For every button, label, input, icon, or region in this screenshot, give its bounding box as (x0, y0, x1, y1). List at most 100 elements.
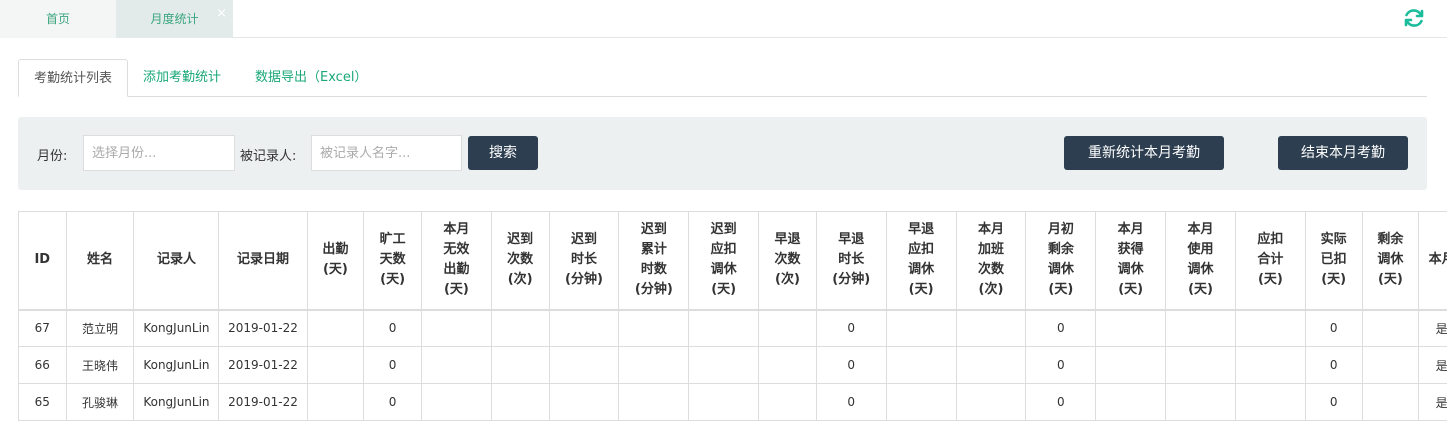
table-cell (420, 383, 492, 421)
table-cell (1361, 309, 1420, 347)
column-header-line: 月初 (1047, 222, 1074, 238)
table-row[interactable]: 66 王晓伟 KongJunLin 2019-01-22 0 0 0 0 是 (18, 346, 1447, 384)
table-cell (1095, 346, 1167, 384)
attendance-table-wrapper: ID 姓名 记录人 记录日期 出勤 (天) 旷工 天数 (天) 本月 无效 出勤 (天) 迟到 次数 (次) 迟… (18, 211, 1447, 447)
table-cell (490, 309, 550, 347)
column-header-line: (分钟) (832, 272, 871, 288)
table-cell (1165, 309, 1236, 347)
column-header-line: 旷工 (379, 232, 406, 248)
column-header-line: 早退 (774, 232, 801, 248)
column-header-line: 无效 (443, 242, 470, 258)
column-header-line: 本月 (1187, 222, 1214, 238)
sub-tab-bar: 考勤统计列表 添加考勤统计 数据导出（Excel） (18, 59, 1427, 97)
column-header: 本月 (1418, 211, 1447, 311)
table-cell (885, 346, 957, 384)
column-header-line: 调休 (1047, 262, 1074, 278)
table-cell (955, 346, 1027, 384)
recount-month-button[interactable]: 重新统计本月考勤 (1064, 136, 1224, 170)
column-header-line: (天) (1321, 272, 1347, 288)
top-tab-home[interactable]: 首页 (0, 0, 116, 38)
column-header-line: (分钟) (634, 282, 673, 298)
finish-month-button[interactable]: 结束本月考勤 (1278, 136, 1408, 170)
column-header-line: 本月 (443, 222, 470, 238)
table-cell: 65 (18, 383, 67, 421)
table-cell (548, 309, 620, 347)
table-cell: 0 (1025, 346, 1097, 384)
table-cell: 0 (815, 346, 887, 384)
column-header-line: (天) (322, 262, 348, 278)
column-header: 迟到时长 (分钟) (548, 211, 620, 311)
top-tab-monthly-stats-label: 月度统计 (150, 12, 199, 26)
column-header: 出勤 (天) (306, 211, 365, 311)
person-input[interactable] (311, 135, 462, 171)
column-header-line: 实际 (1320, 232, 1347, 248)
table-cell (420, 309, 492, 347)
column-header-line: 记录人 (156, 252, 196, 268)
top-tab-bar: 首页 月度统计 × (0, 0, 1447, 38)
column-header: 早退 应扣 调休 (天) (885, 211, 957, 311)
column-header-line: 应扣 (1257, 232, 1284, 248)
table-cell (1361, 346, 1420, 384)
table-cell (618, 383, 690, 421)
column-header-line: (次) (978, 282, 1004, 298)
tab-export-excel[interactable]: 数据导出（Excel） (255, 59, 367, 97)
tab-attendance-list[interactable]: 考勤统计列表 (18, 59, 128, 97)
table-cell (1361, 383, 1420, 421)
table-cell: 0 (1304, 383, 1363, 421)
table-cell (758, 383, 817, 421)
table-cell: 66 (18, 346, 67, 384)
column-header-line: 调休 (1377, 252, 1404, 268)
table-cell: 0 (815, 383, 887, 421)
table-cell: 是 (1418, 346, 1447, 384)
column-header-line: 出勤 (443, 262, 470, 278)
table-row[interactable]: 65 孔骏琳 KongJunLin 2019-01-22 0 0 0 0 是 (18, 383, 1447, 421)
close-icon[interactable]: × (216, 0, 227, 33)
table-cell: KongJunLin (133, 309, 220, 347)
table-cell (1095, 383, 1167, 421)
table-cell: 0 (1304, 346, 1363, 384)
table-cell (1165, 346, 1236, 384)
table-cell: 2019-01-22 (218, 383, 308, 421)
table-cell (688, 383, 760, 421)
search-button[interactable]: 搜索 (468, 136, 538, 170)
table-cell: 0 (1025, 309, 1097, 347)
column-header-line: 本月 (1117, 222, 1144, 238)
table-cell: 是 (1418, 383, 1447, 421)
person-label: 被记录人: (240, 149, 297, 164)
table-cell: 0 (363, 383, 422, 421)
table-cell (490, 346, 550, 384)
top-tab-monthly-stats[interactable]: 月度统计 × (116, 0, 233, 38)
column-header-line: 姓名 (86, 252, 113, 268)
table-cell: 0 (1025, 383, 1097, 421)
column-header-line: 早退 (908, 222, 935, 238)
column-header-line: 迟到 (570, 232, 597, 248)
table-cell (306, 346, 365, 384)
table-row[interactable]: 67 范立明 KongJunLin 2019-01-22 0 0 0 0 是 (18, 309, 1447, 347)
table-cell: 2019-01-22 (218, 309, 308, 347)
tab-add-attendance[interactable]: 添加考勤统计 (143, 59, 221, 97)
column-header-line: 时长 (570, 252, 597, 268)
column-header: 姓名 (65, 211, 135, 311)
attendance-table: ID 姓名 记录人 记录日期 出勤 (天) 旷工 天数 (天) 本月 无效 出勤 (天) 迟到 次数 (次) 迟… (18, 211, 1447, 421)
table-cell (1234, 383, 1306, 421)
table-cell: 孔骏琳 (65, 383, 135, 421)
column-header-line: (次) (775, 272, 800, 288)
search-panel: 月份: 被记录人: 搜索 重新统计本月考勤 结束本月考勤 (18, 117, 1427, 190)
column-header-line: (分钟) (565, 272, 603, 288)
column-header-line: 记录日期 (237, 252, 290, 268)
column-header-line: (天) (1118, 282, 1144, 298)
table-cell: 0 (815, 309, 887, 347)
column-header-line: 出勤 (322, 242, 349, 258)
refresh-icon[interactable] (1402, 6, 1426, 30)
table-cell: 0 (363, 346, 422, 384)
column-header-line: 迟到 (710, 222, 737, 238)
column-header: 早退 时长 (分钟) (815, 211, 887, 311)
table-cell (306, 309, 365, 347)
table-cell (758, 346, 817, 384)
column-header: 记录日期 (218, 211, 308, 311)
column-header: 应扣 合计 (天) (1234, 211, 1306, 311)
column-header: 本月 使用 调休 (天) (1165, 211, 1236, 311)
table-cell: KongJunLin (133, 383, 220, 421)
table-cell: 67 (18, 309, 67, 347)
month-input[interactable] (83, 135, 235, 171)
